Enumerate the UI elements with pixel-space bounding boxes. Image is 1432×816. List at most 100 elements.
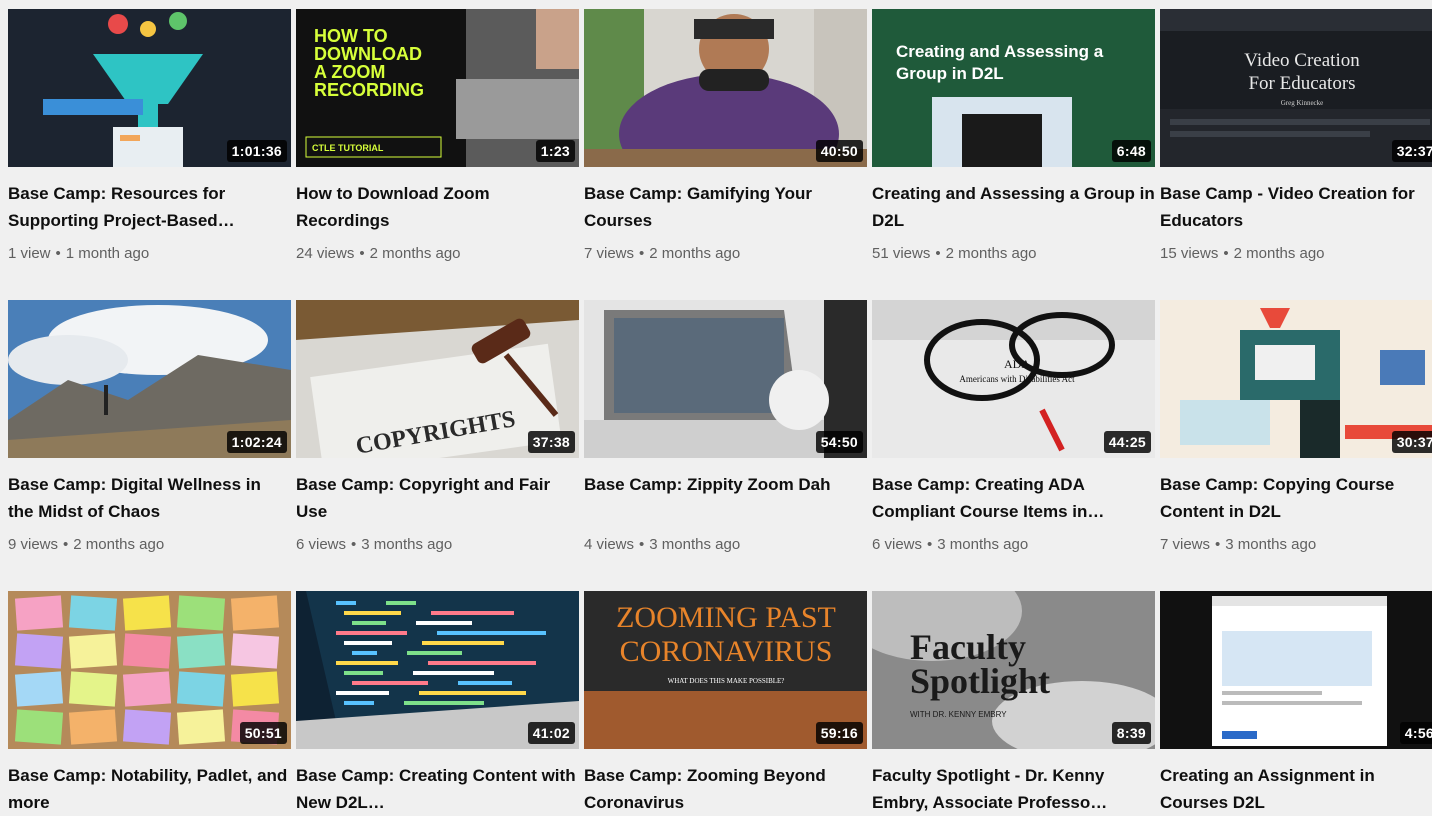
video-card[interactable]: 4:56 Creating an Assignment in Courses D… (1160, 591, 1432, 816)
view-count: 1 view (8, 245, 51, 262)
svg-text:WITH DR. KENNY EMBRY: WITH DR. KENNY EMBRY (910, 710, 1007, 719)
video-card[interactable]: 1:01:36 Base Camp: Resources for Support… (8, 9, 291, 264)
video-meta: 51 views • 2 months ago (872, 244, 1155, 264)
video-card[interactable]: 50:51 Base Camp: Notability, Padlet, and… (8, 591, 291, 816)
video-thumbnail[interactable]: HOW TO DOWNLOAD A ZOOM RECORDING CTLE TU… (296, 9, 579, 167)
video-thumbnail[interactable]: 41:02 (296, 591, 579, 749)
video-title[interactable]: Base Camp: Resources for Supporting Proj… (8, 180, 291, 234)
video-title[interactable]: How to Download Zoom Recordings (296, 180, 579, 234)
video-title[interactable]: Base Camp: Copyright and Fair Use (296, 471, 579, 525)
video-meta: 7 views • 2 months ago (584, 244, 867, 264)
svg-text:Greg Kinnecke: Greg Kinnecke (1281, 99, 1324, 107)
svg-text:CTLE TUTORIAL: CTLE TUTORIAL (312, 143, 384, 153)
video-title[interactable]: Base Camp: Creating ADA Compliant Course… (872, 471, 1155, 525)
upload-age: 1 month ago (65, 245, 150, 262)
separator-dot: • (639, 536, 645, 553)
video-title[interactable]: Base Camp: Gamifying Your Courses (584, 180, 867, 234)
video-meta: 4 views • 3 months ago (584, 535, 867, 555)
video-duration: 54:50 (815, 431, 863, 453)
video-title[interactable]: Base Camp: Notability, Padlet, and more (8, 762, 291, 816)
svg-text:CORONAVIRUS: CORONAVIRUS (620, 635, 833, 668)
svg-text:ZOOMING PAST: ZOOMING PAST (616, 601, 836, 634)
video-card[interactable]: 54:50 Base Camp: Zippity Zoom Dah 4 view… (584, 300, 867, 555)
video-title[interactable]: Faculty Spotlight - Dr. Kenny Embry, Ass… (872, 762, 1155, 816)
view-count: 6 views (296, 536, 347, 553)
svg-text:Americans with Disabilities Ac: Americans with Disabilities Act (959, 374, 1075, 384)
video-card[interactable]: 41:02 Base Camp: Creating Content with N… (296, 591, 579, 816)
video-thumbnail[interactable]: Video Creation For Educators Greg Kinnec… (1160, 9, 1432, 167)
view-count: 9 views (8, 536, 59, 553)
svg-text:Video Creation: Video Creation (1244, 50, 1360, 71)
video-meta: 1 view • 1 month ago (8, 244, 291, 264)
svg-text:ADA: ADA (1004, 357, 1030, 371)
upload-age: 2 months ago (369, 245, 461, 262)
video-thumbnail[interactable]: 1:01:36 (8, 9, 291, 167)
video-duration: 4:56 (1399, 722, 1432, 744)
video-title[interactable]: Base Camp: Copying Course Content in D2L (1160, 471, 1432, 525)
video-card[interactable]: HOW TO DOWNLOAD A ZOOM RECORDING CTLE TU… (296, 9, 579, 264)
video-title[interactable]: Base Camp: Zippity Zoom Dah (584, 471, 867, 525)
video-meta: 6 views • 3 months ago (296, 535, 579, 555)
video-card[interactable]: 1:02:24 Base Camp: Digital Wellness in t… (8, 300, 291, 555)
video-thumbnail[interactable]: Faculty Spotlight WITH DR. KENNY EMBRY 8… (872, 591, 1155, 749)
video-title[interactable]: Creating an Assignment in Courses D2L (1160, 762, 1432, 816)
video-thumbnail[interactable]: 54:50 (584, 300, 867, 458)
video-title[interactable]: Base Camp - Video Creation for Educators (1160, 180, 1432, 234)
video-card[interactable]: Faculty Spotlight WITH DR. KENNY EMBRY 8… (872, 591, 1155, 816)
view-count: 7 views (1160, 536, 1211, 553)
view-count: 7 views (584, 245, 635, 262)
video-duration: 41:02 (527, 722, 575, 744)
separator-dot: • (63, 536, 69, 553)
video-thumbnail[interactable]: Creating and Assessing a Group in D2L 6:… (872, 9, 1155, 167)
video-duration: 6:48 (1111, 140, 1151, 162)
video-thumbnail[interactable]: 4:56 (1160, 591, 1432, 749)
video-title[interactable]: Base Camp: Digital Wellness in the Midst… (8, 471, 291, 525)
video-meta: 7 views • 3 months ago (1160, 535, 1432, 555)
video-card[interactable]: 30:37 Base Camp: Copying Course Content … (1160, 300, 1432, 555)
video-card[interactable]: ZOOMING PAST CORONAVIRUS WHAT DOES THIS … (584, 591, 867, 816)
separator-dot: • (639, 245, 645, 262)
video-duration: 1:02:24 (226, 431, 287, 453)
separator-dot: • (927, 536, 933, 553)
video-thumbnail[interactable]: 40:50 (584, 9, 867, 167)
upload-age: 3 months ago (937, 536, 1029, 553)
separator-dot: • (359, 245, 365, 262)
view-count: 51 views (872, 245, 931, 262)
svg-text:Group in D2L: Group in D2L (896, 64, 1004, 83)
video-thumbnail[interactable]: ADA Americans with Disabilities Act 44:2… (872, 300, 1155, 458)
svg-text:A ZOOM: A ZOOM (314, 62, 385, 82)
video-thumbnail[interactable]: 30:37 (1160, 300, 1432, 458)
video-card[interactable]: Video Creation For Educators Greg Kinnec… (1160, 9, 1432, 264)
video-duration: 40:50 (815, 140, 863, 162)
view-count: 6 views (872, 536, 923, 553)
video-card[interactable]: 40:50 Base Camp: Gamifying Your Courses … (584, 9, 867, 264)
video-meta: 24 views • 2 months ago (296, 244, 579, 264)
video-duration: 8:39 (1111, 722, 1151, 744)
video-thumbnail[interactable]: 1:02:24 (8, 300, 291, 458)
upload-age: 2 months ago (649, 245, 741, 262)
video-duration: 37:38 (527, 431, 575, 453)
video-card[interactable]: COPYRIGHTS 37:38 Base Camp: Copyright an… (296, 300, 579, 555)
view-count: 4 views (584, 536, 635, 553)
video-thumbnail[interactable]: COPYRIGHTS 37:38 (296, 300, 579, 458)
separator-dot: • (935, 245, 941, 262)
video-meta: 6 views • 3 months ago (872, 535, 1155, 555)
video-thumbnail[interactable]: 50:51 (8, 591, 291, 749)
video-card[interactable]: Creating and Assessing a Group in D2L 6:… (872, 9, 1155, 264)
video-duration: 1:01:36 (226, 140, 287, 162)
video-grid: 1:01:36 Base Camp: Resources for Support… (0, 0, 1432, 815)
video-thumbnail[interactable]: ZOOMING PAST CORONAVIRUS WHAT DOES THIS … (584, 591, 867, 749)
upload-age: 2 months ago (945, 245, 1037, 262)
video-title[interactable]: Base Camp: Creating Content with New D2L… (296, 762, 579, 816)
video-title[interactable]: Base Camp: Zooming Beyond Coronavirus (584, 762, 867, 816)
video-card[interactable]: ADA Americans with Disabilities Act 44:2… (872, 300, 1155, 555)
svg-text:HOW TO: HOW TO (314, 26, 388, 46)
video-duration: 1:23 (535, 140, 575, 162)
upload-age: 3 months ago (361, 536, 453, 553)
video-meta: 9 views • 2 months ago (8, 535, 291, 555)
upload-age: 2 months ago (73, 536, 165, 553)
video-title[interactable]: Creating and Assessing a Group in D2L (872, 180, 1155, 234)
separator-dot: • (55, 245, 61, 262)
video-duration: 44:25 (1103, 431, 1151, 453)
svg-text:DOWNLOAD: DOWNLOAD (314, 44, 422, 64)
